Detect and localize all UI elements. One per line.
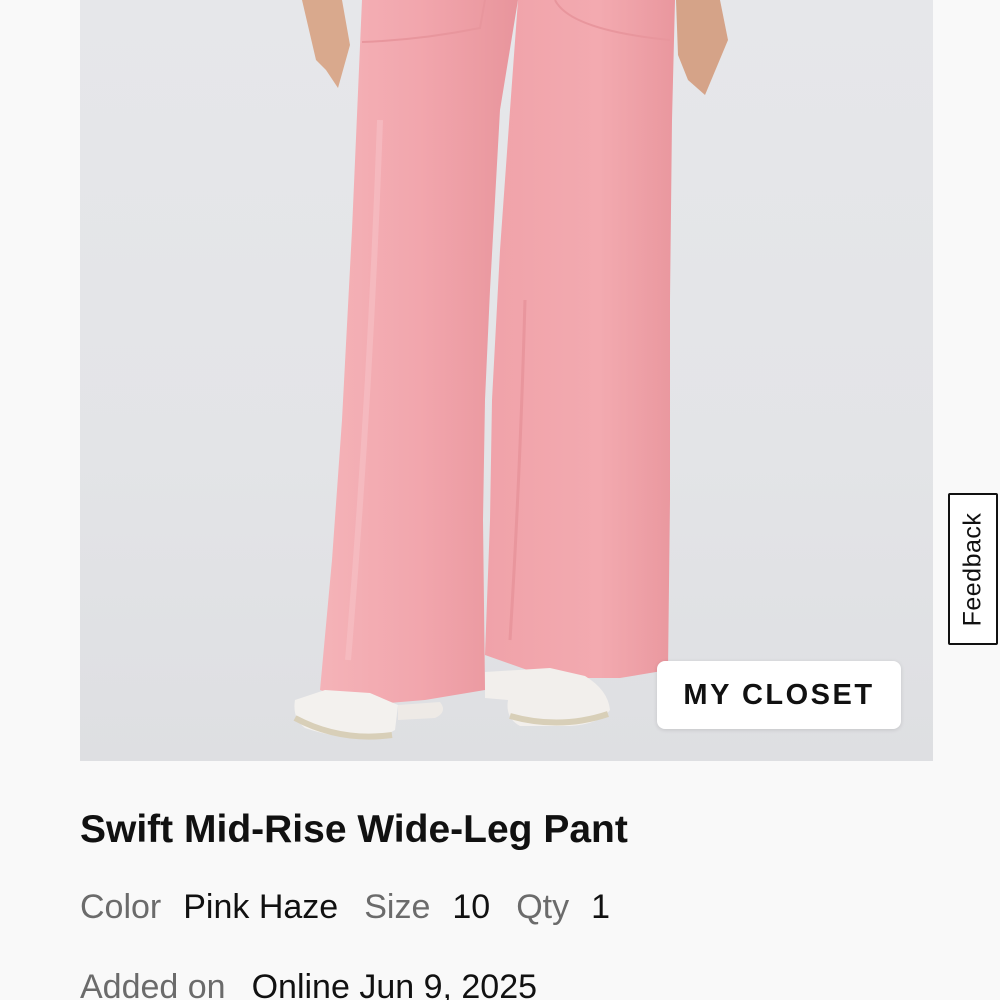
- product-image[interactable]: MY CLOSET: [80, 0, 933, 761]
- added-label: Added on: [80, 968, 226, 1000]
- added-value: Online Jun 9, 2025: [251, 968, 538, 1000]
- size-value: 10: [452, 888, 491, 926]
- feedback-tab[interactable]: Feedback: [948, 493, 998, 645]
- my-closet-button[interactable]: MY CLOSET: [657, 661, 901, 729]
- qty-label: Qty: [516, 888, 570, 926]
- color-value: Pink Haze: [183, 888, 339, 926]
- product-attributes: Color Pink Haze Size 10 Qty 1: [80, 888, 610, 927]
- color-label: Color: [80, 888, 162, 926]
- added-on-row: Added on Online Jun 9, 2025: [80, 968, 537, 1000]
- product-title: Swift Mid-Rise Wide-Leg Pant: [80, 808, 628, 851]
- product-detail-page: MY CLOSET Feedback Swift Mid-Rise Wide-L…: [0, 0, 1000, 1000]
- pants-illustration: [293, 0, 728, 740]
- feedback-label: Feedback: [958, 512, 987, 626]
- size-label: Size: [364, 888, 431, 926]
- qty-value: 1: [591, 888, 611, 926]
